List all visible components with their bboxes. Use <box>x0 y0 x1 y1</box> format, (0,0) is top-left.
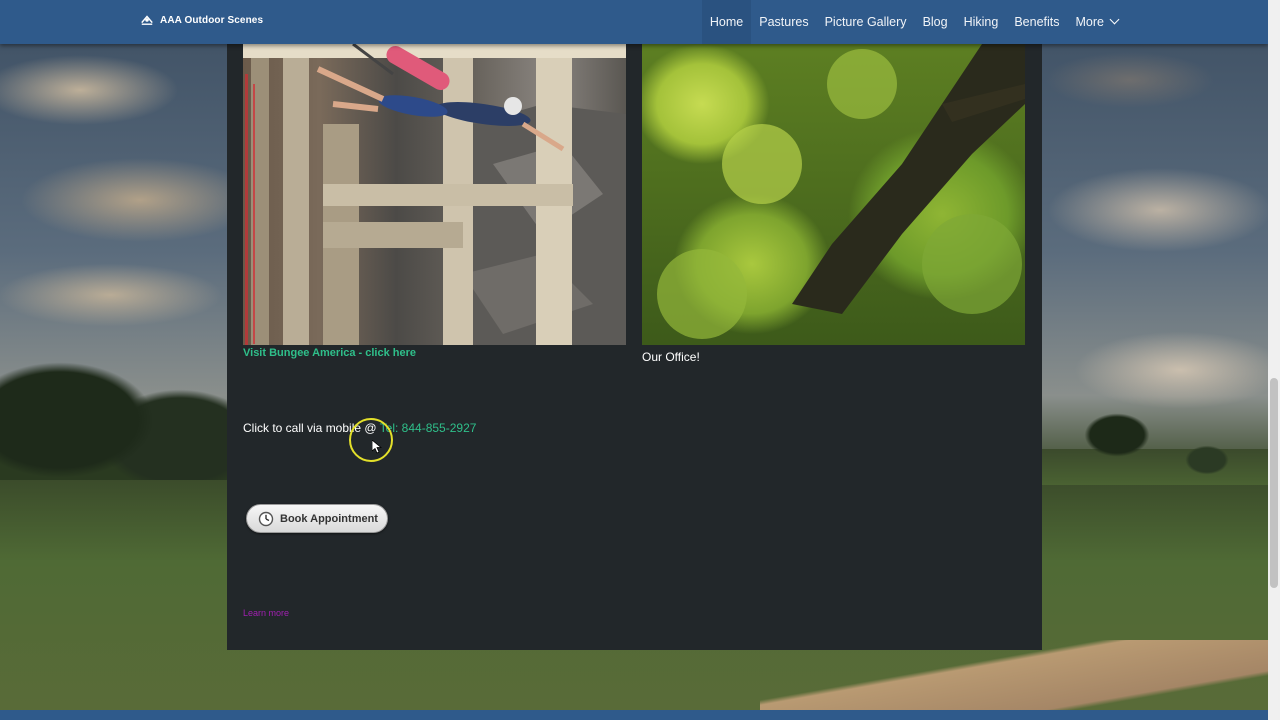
mouse-cursor-icon <box>372 440 382 454</box>
small-footer-link[interactable]: Learn more <box>243 608 289 618</box>
brand-logo-icon <box>141 15 153 25</box>
page-scrollbar[interactable] <box>1268 0 1280 720</box>
bungee-jump-photo[interactable] <box>243 44 626 345</box>
nav-item-benefits[interactable]: Benefits <box>1006 0 1067 44</box>
main-content-panel: Visit Bungee America - click here Our Of… <box>227 0 1042 650</box>
bottom-band <box>0 710 1268 720</box>
office-forest-photo[interactable] <box>642 44 1025 345</box>
background-treeline-left <box>0 330 240 480</box>
clock-icon <box>258 511 274 526</box>
cursor-highlight-ring <box>349 418 393 462</box>
brand[interactable]: AAA Outdoor Scenes <box>140 13 263 27</box>
nav-item-hiking[interactable]: Hiking <box>956 0 1007 44</box>
nav-item-pastures[interactable]: Pastures <box>751 0 816 44</box>
forest-scene <box>657 44 1025 339</box>
nav-more-label: More <box>1075 15 1104 29</box>
nav-item-home[interactable]: Home <box>701 0 752 44</box>
book-appointment-button[interactable]: Book Appointment <box>246 504 388 533</box>
chevron-down-icon <box>1109 14 1120 25</box>
book-appointment-label: Book Appointment <box>280 512 378 525</box>
nav-menu: Home Pastures Picture Gallery Blog Hikin… <box>701 0 1126 44</box>
nav-item-more[interactable]: More <box>1068 0 1126 44</box>
nav-item-blog[interactable]: Blog <box>915 0 956 44</box>
scrollbar-thumb[interactable] <box>1270 378 1278 588</box>
background-road <box>760 640 1280 720</box>
bungee-scene <box>243 44 626 345</box>
brand-name: AAA Outdoor Scenes <box>160 14 264 26</box>
nav-item-picture-gallery[interactable]: Picture Gallery <box>817 0 915 44</box>
background-treeline-right <box>1042 405 1280 485</box>
office-caption: Our Office! <box>642 350 700 364</box>
bungee-america-link[interactable]: Visit Bungee America - click here <box>243 347 416 359</box>
phone-link[interactable]: Tel: 844-855-2927 <box>380 421 477 435</box>
top-navbar: AAA Outdoor Scenes Home Pastures Picture… <box>0 0 1268 44</box>
